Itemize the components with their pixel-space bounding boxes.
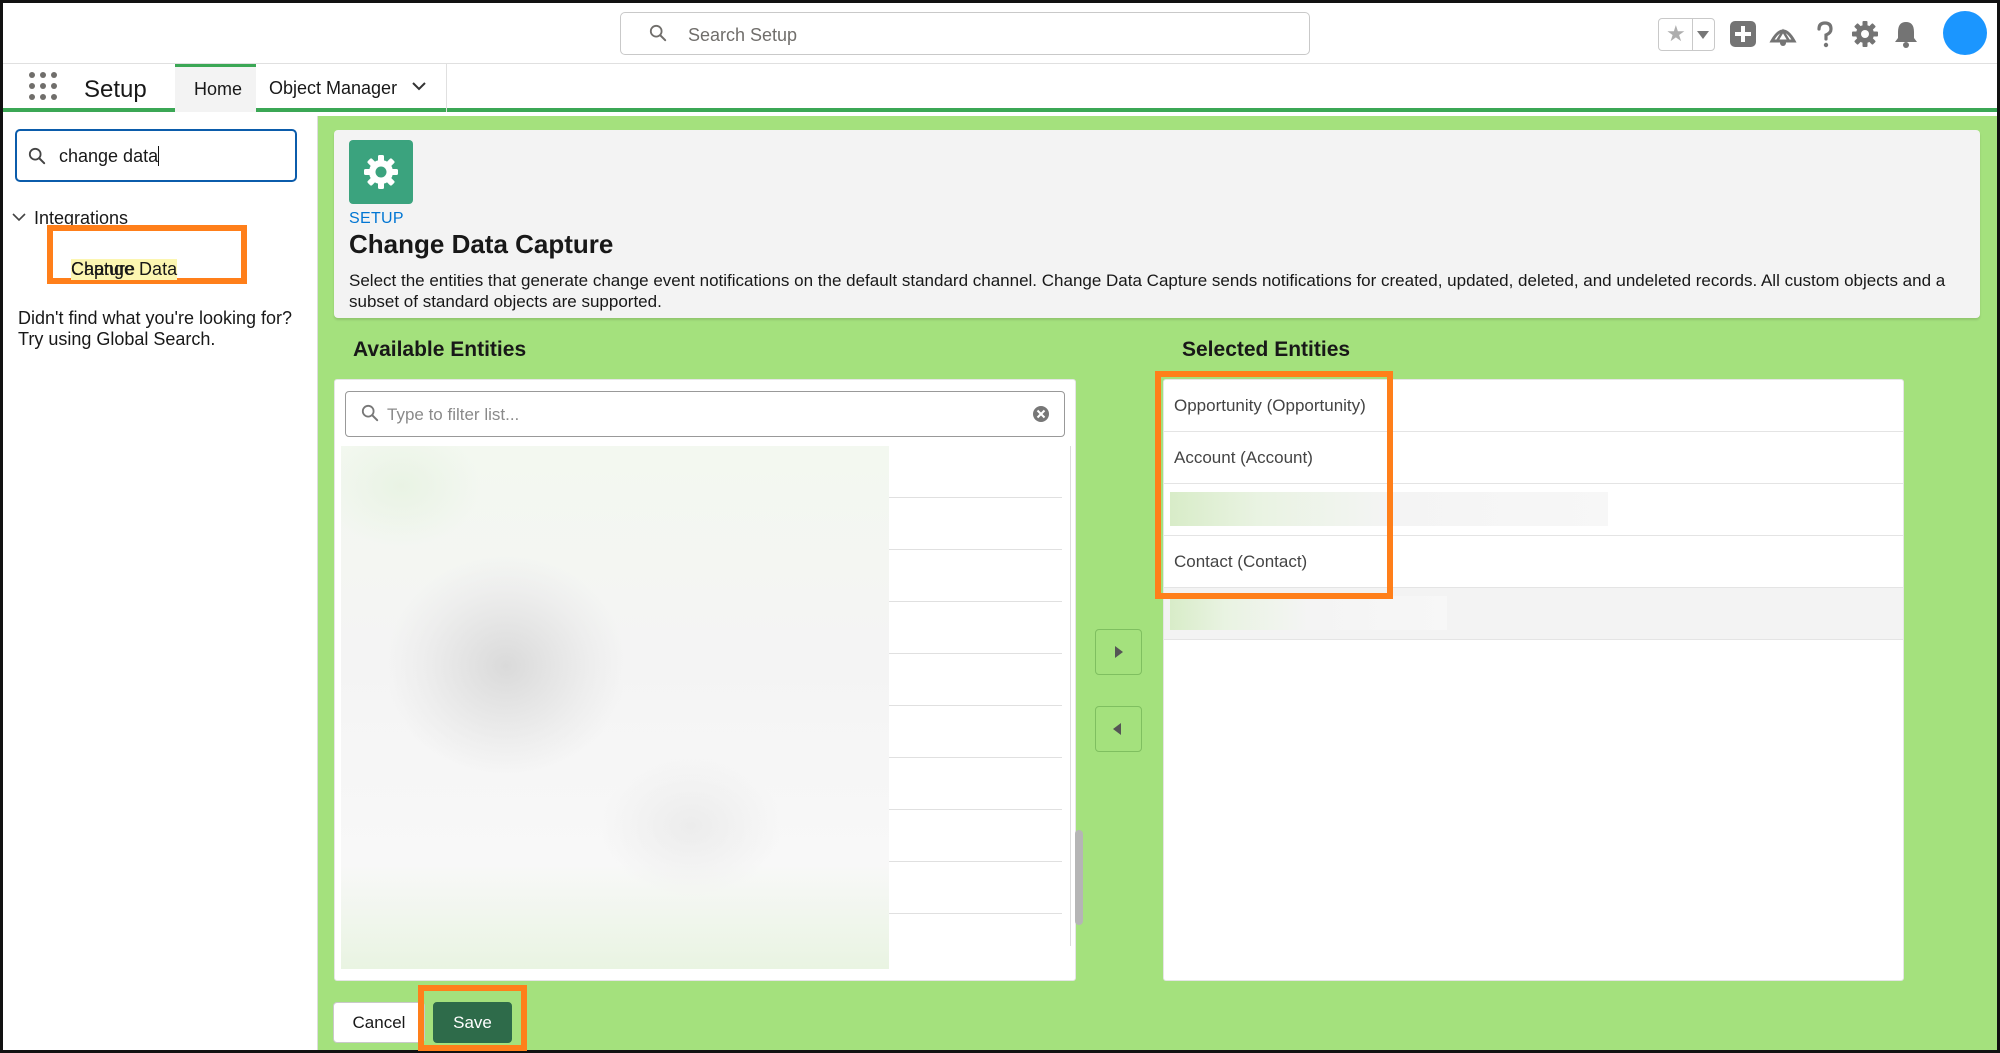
cancel-button[interactable]: Cancel: [333, 1002, 425, 1043]
chevron-down-icon[interactable]: [411, 80, 427, 92]
list-row-divider: [889, 497, 1062, 498]
chevron-down-icon[interactable]: [1697, 31, 1709, 39]
app-name: Setup: [84, 76, 147, 103]
gear-icon: [364, 155, 398, 189]
clear-icon[interactable]: [1031, 404, 1051, 424]
tab-object-manager[interactable]: Object Manager: [256, 64, 447, 112]
filter-placeholder: Type to filter list...: [387, 405, 520, 424]
page-description: Select the entities that generate change…: [349, 271, 1946, 311]
favorites-divider: [1692, 19, 1693, 50]
tab-home[interactable]: Home: [175, 64, 256, 112]
blurred-entity-list: [341, 446, 889, 969]
page-header: SETUP Change Data Capture Select the ent…: [334, 130, 1980, 318]
favorites-group[interactable]: ★: [1658, 18, 1715, 51]
search-icon: [361, 404, 379, 422]
tab-object-manager-label: Object Manager: [269, 78, 398, 98]
add-icon[interactable]: [1728, 19, 1758, 49]
not-found-line-1: Didn't find what you're looking for?: [18, 308, 293, 328]
caret-right-icon: [1115, 646, 1123, 658]
blurred-entity: [1170, 596, 1447, 630]
trailhead-icon[interactable]: [1768, 19, 1798, 49]
scrollbar-thumb[interactable]: [1075, 830, 1083, 925]
list-row-divider: [889, 861, 1062, 862]
page-title: Change Data Capture: [349, 229, 614, 259]
page-eyebrow: SETUP: [349, 210, 404, 227]
scrollbar-track[interactable]: [1070, 446, 1071, 946]
star-icon[interactable]: ★: [1666, 22, 1686, 46]
selected-entities-title: Selected Entities: [1182, 338, 1351, 361]
list-row-divider: [889, 705, 1062, 706]
available-entities-list[interactable]: Type to filter list...: [334, 379, 1083, 981]
list-row-divider: [889, 809, 1062, 810]
list-row-divider: [889, 757, 1062, 758]
quick-find-input[interactable]: change data: [15, 129, 297, 182]
setup-gear-icon: [349, 140, 413, 204]
quick-find-value: change data: [59, 146, 159, 166]
help-icon[interactable]: [1810, 19, 1840, 49]
save-button[interactable]: Save: [433, 1002, 512, 1043]
user-avatar[interactable]: [1943, 11, 1987, 55]
filter-input[interactable]: Type to filter list...: [345, 391, 1065, 437]
bell-icon[interactable]: [1891, 19, 1921, 49]
move-to-selected-button[interactable]: [1095, 629, 1142, 675]
setup-sidebar: change data Integrations Change Data Cap…: [3, 116, 318, 1050]
selected-entities-highlight: [1155, 371, 1393, 599]
list-row-divider: [889, 913, 1062, 914]
sidebar-item-change-data-capture[interactable]: Change Data Capture: [47, 225, 247, 284]
app-launcher-icon[interactable]: [29, 72, 59, 102]
chevron-down-icon[interactable]: [12, 212, 26, 222]
global-header: Search Setup ★: [3, 3, 1997, 64]
app-nav-bar: Setup Home Object Manager: [3, 64, 1997, 112]
not-found-line-2: Try using Global Search.: [18, 329, 216, 349]
tab-home-label: Home: [194, 79, 243, 99]
sidebar-item-label: Capture: [71, 259, 136, 279]
search-icon: [649, 24, 667, 42]
list-row-divider: [889, 549, 1062, 550]
available-entities-title: Available Entities: [353, 338, 527, 361]
list-row-divider: [889, 653, 1062, 654]
gear-icon[interactable]: [1850, 19, 1880, 49]
text-cursor: [158, 146, 160, 166]
main-content: SETUP Change Data Capture Select the ent…: [318, 116, 1997, 1051]
search-icon: [28, 147, 46, 165]
list-row-divider: [889, 601, 1062, 602]
caret-left-icon: [1113, 723, 1121, 735]
not-found-message: Didn't find what you're looking for? Try…: [18, 308, 292, 350]
setup-search-box[interactable]: Search Setup: [620, 12, 1310, 55]
setup-search-placeholder: Search Setup: [688, 25, 798, 45]
move-to-available-button[interactable]: [1095, 706, 1142, 752]
